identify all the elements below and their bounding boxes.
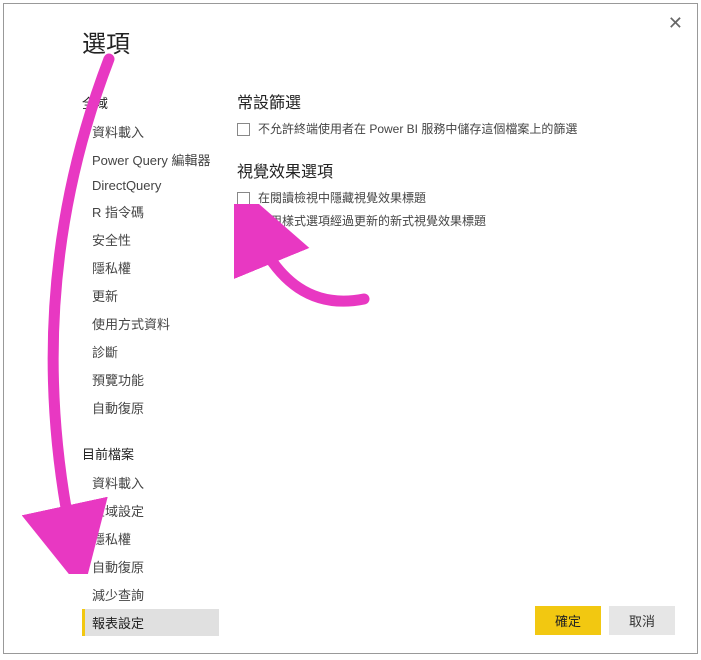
persistent-filter-title: 常設篩選 <box>237 89 667 113</box>
section-current-file-label: 目前檔案 <box>82 444 219 463</box>
sidebar-item-power-query[interactable]: Power Query 編輯器 <box>82 146 219 173</box>
content-area: 全域 資料載入 Power Query 編輯器 DirectQuery R 指令… <box>4 59 697 637</box>
sidebar-item-preview[interactable]: 預覽功能 <box>82 366 219 393</box>
close-button[interactable]: ✕ <box>668 14 683 32</box>
sidebar-item-file-privacy[interactable]: 隱私權 <box>82 525 219 552</box>
sidebar-item-file-auto-recovery[interactable]: 自動復原 <box>82 553 219 580</box>
sidebar-item-file-data-load[interactable]: 資料載入 <box>82 469 219 496</box>
options-dialog: ✕ 選項 全域 資料載入 Power Query 編輯器 DirectQuery… <box>3 3 698 654</box>
checkbox-row-disallow-save-filter: 不允許終端使用者在 Power BI 服務中儲存這個檔案上的篩選 <box>237 121 667 138</box>
checkbox-disallow-save-filter[interactable] <box>237 123 250 136</box>
sidebar: 全域 資料載入 Power Query 編輯器 DirectQuery R 指令… <box>4 89 219 637</box>
sidebar-item-update[interactable]: 更新 <box>82 282 219 309</box>
sidebar-item-reduce-query[interactable]: 減少查詢 <box>82 581 219 608</box>
ok-button[interactable]: 確定 <box>535 606 601 635</box>
cancel-button[interactable]: 取消 <box>609 606 675 635</box>
sidebar-item-regional[interactable]: 區域設定 <box>82 497 219 524</box>
visual-options-title: 視覺效果選項 <box>237 158 667 182</box>
sidebar-item-directquery[interactable]: DirectQuery <box>82 174 219 197</box>
sidebar-item-privacy[interactable]: 隱私權 <box>82 254 219 281</box>
sidebar-item-report-settings[interactable]: 報表設定 <box>82 609 219 636</box>
checkbox-label-modern-visual-header: 使用樣式選項經過更新的新式視覺效果標題 <box>258 213 486 230</box>
sidebar-item-diagnostics[interactable]: 診斷 <box>82 338 219 365</box>
sidebar-item-security[interactable]: 安全性 <box>82 226 219 253</box>
checkbox-modern-visual-header[interactable] <box>237 215 250 228</box>
checkbox-row-modern-visual-header: 使用樣式選項經過更新的新式視覺效果標題 <box>237 213 667 230</box>
sidebar-item-usage-data[interactable]: 使用方式資料 <box>82 310 219 337</box>
checkbox-row-hide-visual-header: 在閱讀檢視中隱藏視覺效果標題 <box>237 190 667 207</box>
dialog-footer: 確定 取消 <box>535 606 675 635</box>
checkbox-label-disallow-save-filter: 不允許終端使用者在 Power BI 服務中儲存這個檔案上的篩選 <box>258 121 577 138</box>
sidebar-item-r-script[interactable]: R 指令碼 <box>82 198 219 225</box>
checkbox-hide-visual-header[interactable] <box>237 192 250 205</box>
section-global-label: 全域 <box>82 93 219 112</box>
sidebar-item-auto-recovery[interactable]: 自動復原 <box>82 394 219 421</box>
sidebar-item-data-load[interactable]: 資料載入 <box>82 118 219 145</box>
main-panel: 常設篩選 不允許終端使用者在 Power BI 服務中儲存這個檔案上的篩選 視覺… <box>219 89 697 637</box>
dialog-title: 選項 <box>4 4 697 59</box>
checkbox-label-hide-visual-header: 在閱讀檢視中隱藏視覺效果標題 <box>258 190 426 207</box>
